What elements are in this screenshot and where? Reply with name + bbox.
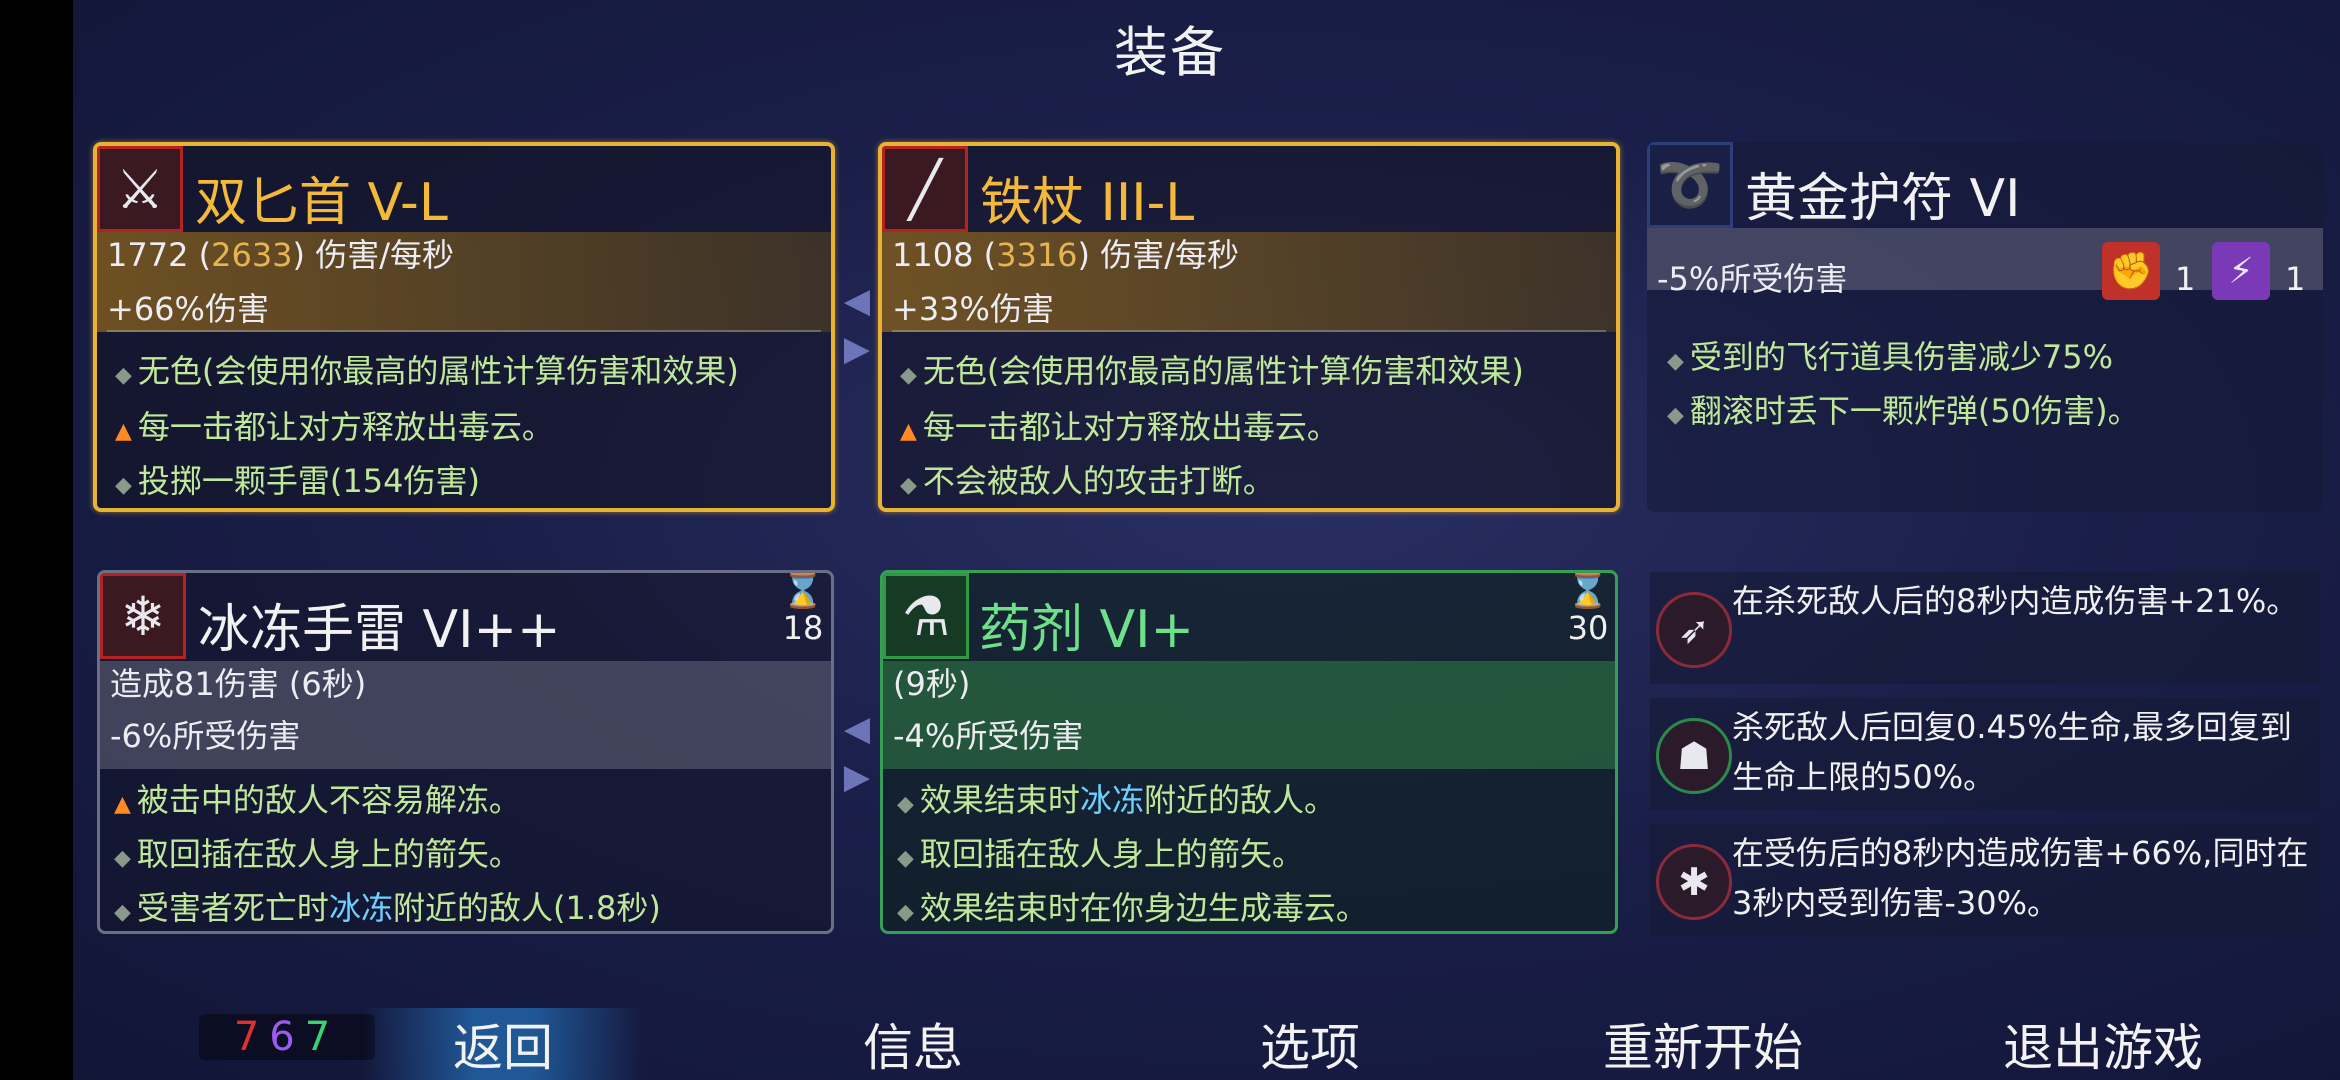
skill-effect: ◆ 受害者死亡时冰冻附近的敌人(1.8秒) xyxy=(114,889,661,927)
skill-effect: ▲ 被击中的敌人不容易解冻。 xyxy=(114,781,521,819)
left-black-bar xyxy=(0,0,73,1080)
divider xyxy=(107,330,821,332)
swap-left-arrow-icon[interactable]: ◀ xyxy=(836,712,878,746)
crossed-daggers-icon: ⚔ xyxy=(97,146,183,232)
skill-card-potion[interactable]: ⚗ 药剂 VI+ ⌛ 30 (9秒) -4%所受伤害 ◆ 效果结束时冰冻附近的敌人… xyxy=(880,570,1618,934)
weapon-dps: 1108 (3316) 伤害/每秒 xyxy=(892,236,1239,274)
weapon-effect: ▲ 每一击都让对方释放出毒云。 xyxy=(900,408,1339,446)
back-button[interactable]: 返回 xyxy=(363,1008,643,1080)
amulet-effect: ◆ 翻滚时丢下一颗炸弹(50伤害)。 xyxy=(1667,392,2140,430)
badge-count: 1 xyxy=(2175,260,2196,298)
weapon-effect: ◆ 无色(会使用你最高的属性计算伤害和效果) xyxy=(900,352,1524,390)
skill-line: 造成81伤害 (6秒) xyxy=(110,665,367,703)
skill-name: 药剂 VI+ xyxy=(979,600,1195,660)
amulet-card[interactable]: ➰ 黄金护符 VI -5%所受伤害 ✊ 1 ⚡ 1 ◆ 受到的飞行道具伤害减少75… xyxy=(1647,142,2323,512)
bottom-nav-bar: 767 返回 信息 选项 重新开始 退出游戏 xyxy=(73,1000,2340,1080)
skill-stat: -6%所受伤害 xyxy=(110,717,301,755)
skill-effect: ◆ 取回插在敌人身上的箭矢。 xyxy=(114,835,521,873)
skill-line: (9秒) xyxy=(893,665,971,703)
skill-effect: ◆ 效果结束时在你身边生成毒云。 xyxy=(897,889,1368,927)
weapon-stat: +66%伤害 xyxy=(107,290,269,328)
brutality-counter: 7 xyxy=(233,1014,270,1060)
weapon-effect: ◆ 不会被敌人的攻击打断。 xyxy=(900,462,1275,500)
info-button[interactable]: 信息 xyxy=(813,1008,1013,1080)
weapon-effect: ◆ 投掷一颗手雷(154伤害) xyxy=(115,462,480,500)
restart-button[interactable]: 重新开始 xyxy=(1573,1008,1833,1080)
mutation-text: 杀死敌人后回复0.45%生命,最多回复到生命上限的50%。 xyxy=(1732,708,2292,796)
fist-scroll-icon: ✊ xyxy=(2102,242,2160,300)
swap-left-arrow-icon[interactable]: ◀ xyxy=(836,284,878,318)
ice-grenade-icon: ❄ xyxy=(100,573,186,659)
weapon-name: 双匕首 V-L xyxy=(195,173,448,233)
weapon-name: 铁杖 III-L xyxy=(980,173,1195,233)
scroll-counters: 767 xyxy=(199,1014,375,1060)
mutation-item[interactable]: ✱ 在受伤后的8秒内造成伤害+66%,同时在3秒内受到伤害-30%。 xyxy=(1650,824,2320,936)
skill-effect: ◆ 效果结束时冰冻附近的敌人。 xyxy=(897,781,1336,819)
mutation-item[interactable]: ☗ 杀死敌人后回复0.45%生命,最多回复到生命上限的50%。 xyxy=(1650,698,2320,810)
crossbow-mutation-icon: ➶ xyxy=(1656,592,1732,668)
survival-counter: 7 xyxy=(304,1014,341,1060)
cooldown-timer: ⌛ 18 xyxy=(778,573,828,647)
weapon-effect: ▲ 每一击都让对方释放出毒云。 xyxy=(115,408,554,446)
swap-right-arrow-icon[interactable]: ▶ xyxy=(836,332,878,366)
amulet-name: 黄金护符 VI xyxy=(1745,169,2021,229)
options-button[interactable]: 选项 xyxy=(1210,1008,1410,1080)
amulet-effect: ◆ 受到的飞行道具伤害减少75% xyxy=(1667,338,2114,376)
potion-icon: ⚗ xyxy=(883,573,969,659)
mutation-text: 在杀死敌人后的8秒内造成伤害+21%。 xyxy=(1732,582,2299,620)
tactics-counter: 6 xyxy=(269,1014,305,1060)
badge-count: 1 xyxy=(2285,260,2306,298)
swap-right-arrow-icon[interactable]: ▶ xyxy=(836,760,878,794)
weapon-dps: 1772 (2633) 伤害/每秒 xyxy=(107,236,454,274)
weapon-card-dual-daggers[interactable]: ⚔ 双匕首 V-L 1772 (2633) 伤害/每秒 +66%伤害 ◆ 无色(会… xyxy=(93,142,835,512)
skill-card-ice-grenade[interactable]: ❄ 冰冻手雷 VI++ ⌛ 18 造成81伤害 (6秒) -6%所受伤害 ▲ 被击… xyxy=(97,570,834,934)
cooldown-timer: ⌛ 30 xyxy=(1563,573,1613,647)
amulet-icon: ➰ xyxy=(1647,142,1733,228)
mutation-text: 在受伤后的8秒内造成伤害+66%,同时在3秒内受到伤害-30%。 xyxy=(1732,834,2309,922)
weapon-card-iron-staff[interactable]: ╱ 铁杖 III-L 1108 (3316) 伤害/每秒 +33%伤害 ◆ 无色(… xyxy=(878,142,1620,512)
quit-game-button[interactable]: 退出游戏 xyxy=(1973,1008,2233,1080)
weapon-stat: +33%伤害 xyxy=(892,290,1054,328)
amulet-stat: -5%所受伤害 xyxy=(1657,260,1848,298)
hourglass-icon: ⌛ xyxy=(1566,571,1610,611)
page-title: 装备 xyxy=(1114,21,1226,84)
mutation-item[interactable]: ➶ 在杀死敌人后的8秒内造成伤害+21%。 xyxy=(1650,572,2320,684)
iron-staff-icon: ╱ xyxy=(882,146,968,232)
divider xyxy=(892,330,1606,332)
weapon-effect: ◆ 无色(会使用你最高的属性计算伤害和效果) xyxy=(115,352,739,390)
skill-effect: ◆ 取回插在敌人身上的箭矢。 xyxy=(897,835,1304,873)
skill-stat: -4%所受伤害 xyxy=(893,717,1084,755)
skill-name: 冰冻手雷 VI++ xyxy=(198,600,561,660)
fang-mutation-icon: ☗ xyxy=(1656,718,1732,794)
lightning-scroll-icon: ⚡ xyxy=(2212,242,2270,300)
spider-mutation-icon: ✱ xyxy=(1656,844,1732,920)
hourglass-icon: ⌛ xyxy=(781,571,825,611)
